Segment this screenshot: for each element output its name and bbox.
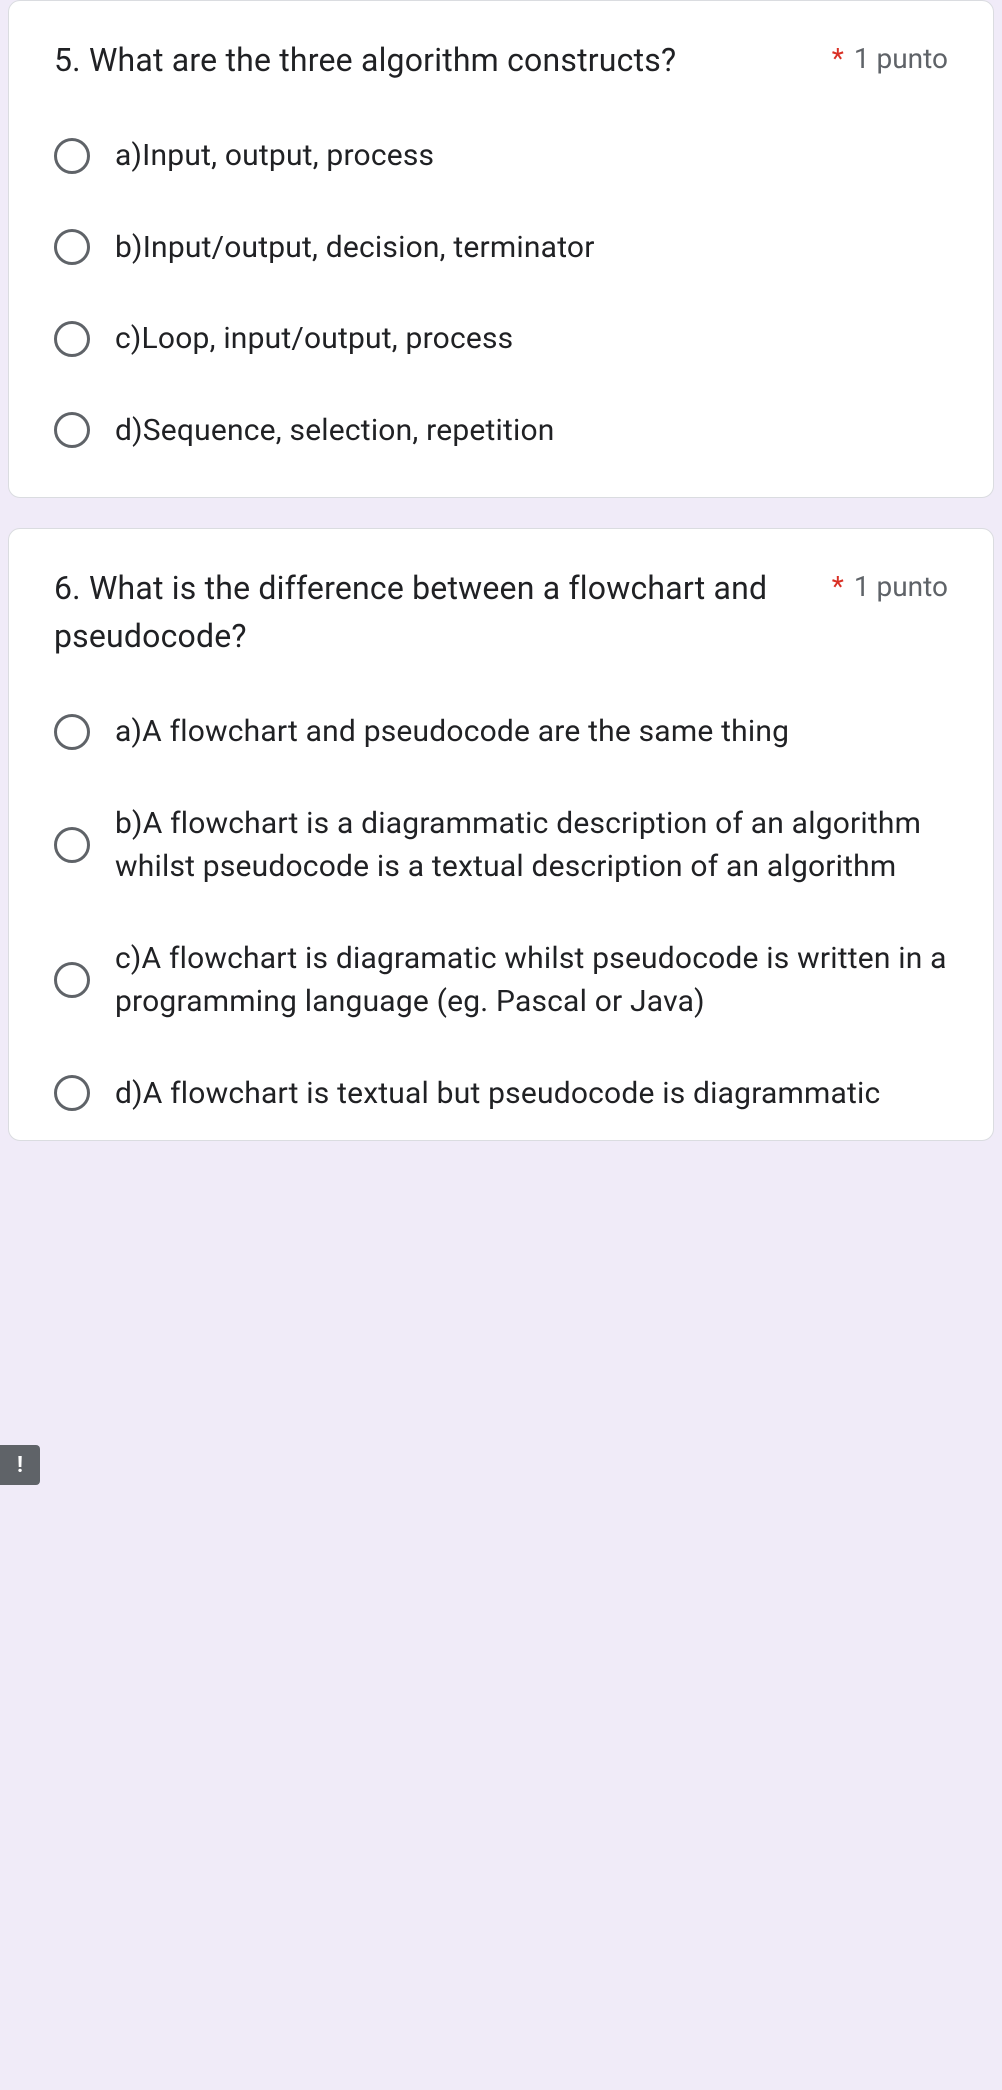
radio-icon[interactable] <box>54 229 90 265</box>
option-label: c)Loop, input/output, process <box>115 317 513 361</box>
option-label: b)Input/output, decision, terminator <box>115 226 595 270</box>
question-card-6: 6. What is the difference between a flow… <box>8 528 994 1141</box>
points-container: * 1 punto <box>832 564 948 603</box>
option-label: c)A flowchart is diagramatic whilst pseu… <box>115 937 948 1024</box>
option-row[interactable]: d)Sequence, selection, repetition <box>54 409 948 453</box>
option-label: d)A flowchart is textual but pseudocode … <box>115 1072 880 1116</box>
question-header: 5. What are the three algorithm construc… <box>54 36 948 84</box>
option-label: b)A flowchart is a diagrammatic descript… <box>115 802 948 889</box>
required-star-icon: * <box>832 570 844 603</box>
option-label: a)A flowchart and pseudocode are the sam… <box>115 710 789 754</box>
radio-icon[interactable] <box>54 962 90 998</box>
points-container: * 1 punto <box>832 36 948 75</box>
option-row[interactable]: c)A flowchart is diagramatic whilst pseu… <box>54 937 948 1024</box>
option-row[interactable]: a)A flowchart and pseudocode are the sam… <box>54 710 948 754</box>
question-header: 6. What is the difference between a flow… <box>54 564 948 660</box>
error-badge[interactable]: ! <box>0 1445 40 1485</box>
option-row[interactable]: d)A flowchart is textual but pseudocode … <box>54 1072 948 1116</box>
points-label: 1 punto <box>854 570 948 603</box>
question-text: 5. What are the three algorithm construc… <box>54 36 696 84</box>
question-card-5: 5. What are the three algorithm construc… <box>8 0 994 498</box>
radio-icon[interactable] <box>54 321 90 357</box>
option-row[interactable]: b)A flowchart is a diagrammatic descript… <box>54 802 948 889</box>
option-label: d)Sequence, selection, repetition <box>115 409 555 453</box>
exclamation-icon: ! <box>17 1453 23 1478</box>
radio-icon[interactable] <box>54 138 90 174</box>
radio-icon[interactable] <box>54 412 90 448</box>
points-label: 1 punto <box>854 42 948 75</box>
option-row[interactable]: b)Input/output, decision, terminator <box>54 226 948 270</box>
radio-icon[interactable] <box>54 714 90 750</box>
option-row[interactable]: c)Loop, input/output, process <box>54 317 948 361</box>
radio-icon[interactable] <box>54 827 90 863</box>
option-label: a)Input, output, process <box>115 134 434 178</box>
question-text: 6. What is the difference between a flow… <box>54 564 832 660</box>
option-row[interactable]: a)Input, output, process <box>54 134 948 178</box>
required-star-icon: * <box>832 42 844 75</box>
radio-icon[interactable] <box>54 1075 90 1111</box>
